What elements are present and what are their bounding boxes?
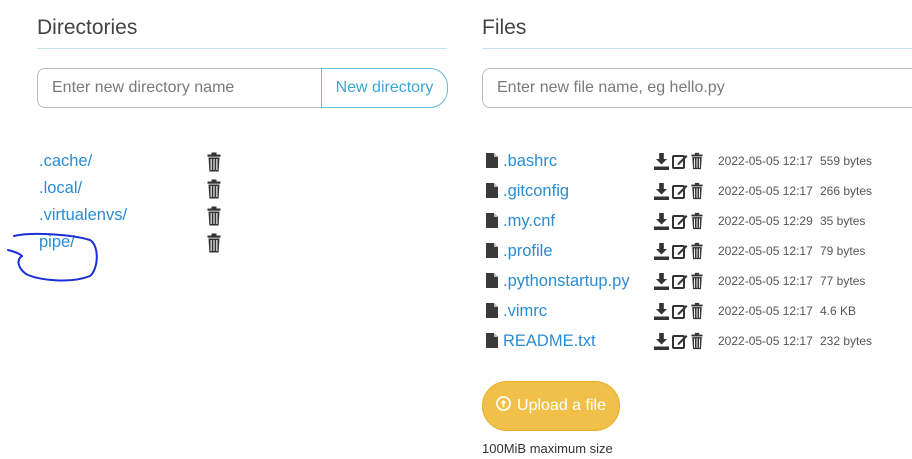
file-size: 77 bytes xyxy=(820,274,866,288)
files-divider xyxy=(482,48,912,49)
file-size: 559 bytes xyxy=(820,154,873,168)
file-modified: 2022-05-05 12:17 xyxy=(718,244,813,258)
download-icon[interactable] xyxy=(654,242,669,265)
trash-icon[interactable] xyxy=(207,152,221,177)
file-link[interactable]: .pythonstartup.py xyxy=(503,270,630,292)
directory-link[interactable]: .cache/ xyxy=(39,150,92,172)
directory-link[interactable]: .local/ xyxy=(39,177,82,199)
file-actions xyxy=(654,242,703,265)
file-icon xyxy=(486,333,498,353)
file-icon xyxy=(486,213,498,233)
file-modified: 2022-05-05 12:17 xyxy=(718,304,813,318)
edit-icon[interactable] xyxy=(672,183,688,204)
file-size: 35 bytes xyxy=(820,214,866,228)
edit-icon[interactable] xyxy=(672,333,688,354)
file-modified: 2022-05-05 12:17 xyxy=(718,154,813,168)
file-link[interactable]: .bashrc xyxy=(503,150,557,172)
download-icon[interactable] xyxy=(654,182,669,205)
file-row: .gitconfig 2022-05-05 12:17 266 bytes xyxy=(482,180,912,210)
file-modified: 2022-05-05 12:29 xyxy=(718,214,813,228)
file-icon xyxy=(486,183,498,203)
file-link[interactable]: README.txt xyxy=(503,330,596,352)
file-link[interactable]: .vimrc xyxy=(503,300,547,322)
file-link[interactable]: .profile xyxy=(503,240,553,262)
file-row: .pythonstartup.py 2022-05-05 12:17 77 byte… xyxy=(482,270,912,300)
file-row: .bashrc 2022-05-05 12:17 559 bytes xyxy=(482,150,912,180)
file-actions xyxy=(654,212,703,235)
upload-file-label: Upload a file xyxy=(517,397,606,414)
directories-divider xyxy=(37,48,447,49)
new-file-input[interactable] xyxy=(482,68,912,108)
files-heading: Files xyxy=(482,16,527,39)
file-icon xyxy=(486,303,498,323)
new-file-form xyxy=(482,68,912,108)
trash-icon[interactable] xyxy=(691,242,703,265)
edit-icon[interactable] xyxy=(672,213,688,234)
trash-icon[interactable] xyxy=(207,233,221,258)
new-directory-input[interactable] xyxy=(37,68,321,108)
file-row: .profile 2022-05-05 12:17 79 bytes xyxy=(482,240,912,270)
file-link[interactable]: .my.cnf xyxy=(503,210,555,232)
upload-circle-icon xyxy=(496,396,511,416)
trash-icon[interactable] xyxy=(691,332,703,355)
trash-icon[interactable] xyxy=(207,206,221,231)
edit-icon[interactable] xyxy=(672,273,688,294)
file-size: 266 bytes xyxy=(820,184,873,198)
file-modified: 2022-05-05 12:17 xyxy=(718,274,813,288)
download-icon[interactable] xyxy=(654,302,669,325)
directory-row: .local/ xyxy=(37,177,237,204)
max-size-note: 100MiB maximum size xyxy=(482,441,613,456)
file-row: .my.cnf 2022-05-05 12:29 35 bytes xyxy=(482,210,912,240)
edit-icon[interactable] xyxy=(672,303,688,324)
file-size: 79 bytes xyxy=(820,244,866,258)
trash-icon[interactable] xyxy=(691,302,703,325)
file-list: .bashrc 2022-05-05 12:17 559 bytes .gitconf… xyxy=(482,150,912,360)
edit-icon[interactable] xyxy=(672,243,688,264)
directories-heading: Directories xyxy=(37,16,138,39)
edit-icon[interactable] xyxy=(672,153,688,174)
trash-icon[interactable] xyxy=(207,179,221,204)
new-directory-button[interactable]: New directory xyxy=(321,68,448,108)
trash-icon[interactable] xyxy=(691,212,703,235)
trash-icon[interactable] xyxy=(691,182,703,205)
file-actions xyxy=(654,332,703,355)
trash-icon[interactable] xyxy=(691,272,703,295)
file-modified: 2022-05-05 12:17 xyxy=(718,184,813,198)
file-actions xyxy=(654,272,703,295)
annotation-circle xyxy=(7,232,98,282)
file-size: 4.6 KB xyxy=(820,304,857,318)
upload-file-button[interactable]: Upload a file xyxy=(482,381,620,431)
file-icon xyxy=(486,153,498,173)
file-actions xyxy=(654,152,703,175)
download-icon[interactable] xyxy=(654,332,669,355)
file-link[interactable]: .gitconfig xyxy=(503,180,569,202)
trash-icon[interactable] xyxy=(691,152,703,175)
file-size: 232 bytes xyxy=(820,334,873,348)
file-icon xyxy=(486,243,498,263)
files-panel: Files .bashrc 2022-05-05 12:17 559 bytes .g… xyxy=(482,0,912,456)
file-row: README.txt 2022-05-05 12:17 232 bytes xyxy=(482,330,912,360)
file-row: .vimrc 2022-05-05 12:17 4.6 KB xyxy=(482,300,912,330)
file-actions xyxy=(654,182,703,205)
file-icon xyxy=(486,273,498,293)
download-icon[interactable] xyxy=(654,272,669,295)
directory-row: .cache/ xyxy=(37,150,237,177)
file-modified: 2022-05-05 12:17 xyxy=(718,334,813,348)
new-directory-form: New directory xyxy=(37,68,448,108)
file-actions xyxy=(654,302,703,325)
download-icon[interactable] xyxy=(654,152,669,175)
download-icon[interactable] xyxy=(654,212,669,235)
directories-panel: Directories New directory .cache/ .local/… xyxy=(37,0,448,253)
